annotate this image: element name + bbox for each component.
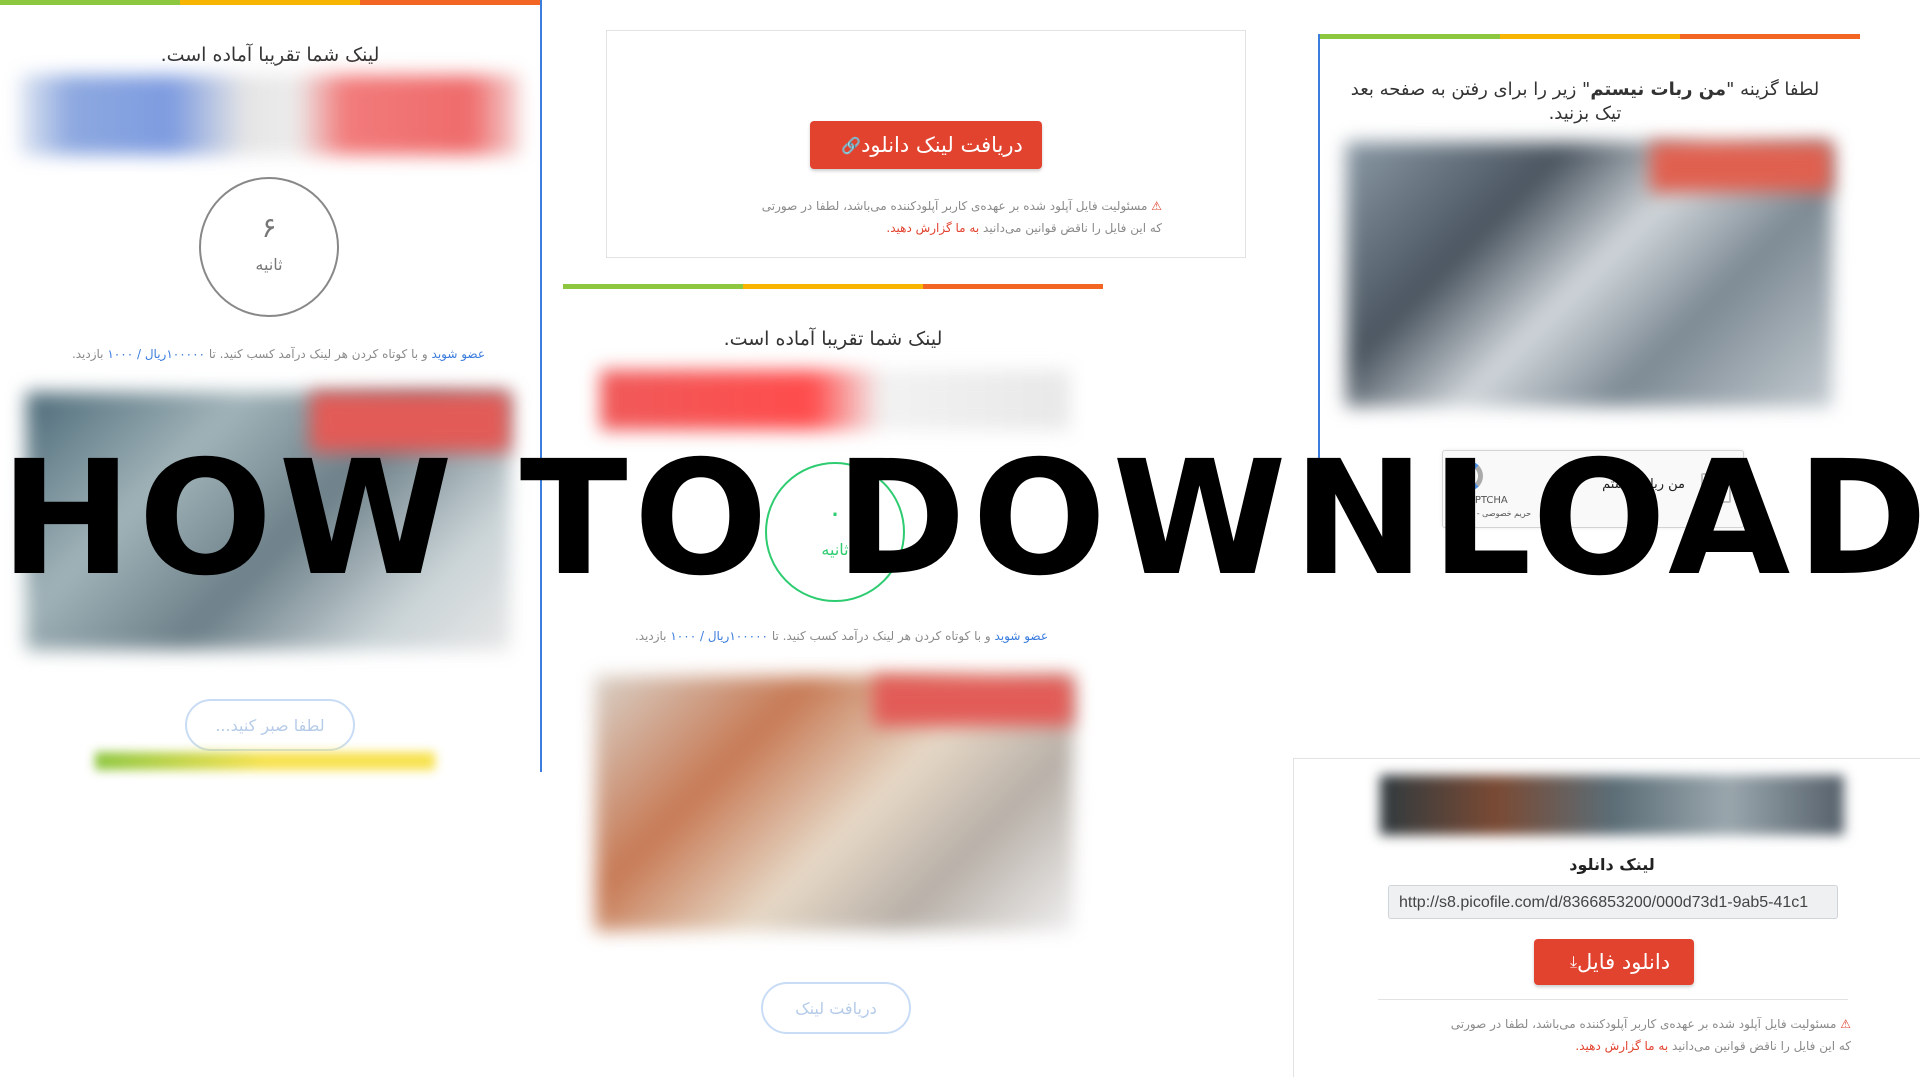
blurred-color-strip: [95, 752, 435, 770]
warning-triangle-icon: ⚠: [1840, 1017, 1851, 1031]
disclaimer: ⚠ مسئولیت فایل آپلود شده بر عهده‌ی کاربر…: [1450, 1017, 1851, 1053]
countdown-circle: ۶ ثانیه: [199, 177, 339, 317]
download-icon: ⤓: [1569, 952, 1578, 971]
headline: HOW TO DOWNLOAD: [0, 427, 1920, 611]
blurred-file-preview: [691, 47, 1157, 105]
blurred-captcha-accent: [1650, 142, 1832, 192]
wait-button[interactable]: لطفا صبر کنید...: [185, 699, 355, 751]
promo-text: عضو شوید و با کوتاه کردن هر لینک درآمد ک…: [71, 347, 485, 361]
download-file-button[interactable]: دانلود فایل ⤓: [1534, 939, 1694, 985]
blurred-ad-image-accent: [873, 676, 1073, 726]
progress-color-bar: [1320, 34, 1860, 39]
divider: [1378, 999, 1848, 1000]
countdown-value: ۶: [261, 211, 277, 244]
download-url-field[interactable]: http://s8.picofile.com/d/8366853200/000d…: [1388, 885, 1838, 919]
progress-color-bar: [0, 0, 540, 5]
countdown-unit: ثانیه: [255, 255, 283, 274]
download-link-card: دریافت لینک دانلود 🔗 ⚠ مسئولیت فایل آپلو…: [606, 30, 1246, 258]
panel-left: لینک شما تقریبا آماده است. ۶ ثانیه عضو ش…: [0, 0, 542, 772]
panel-title: لینک شما تقریبا آماده است.: [723, 328, 943, 350]
disclaimer: ⚠ مسئولیت فایل آپلود شده بر عهده‌ی کاربر…: [761, 199, 1162, 235]
promo-rate: ۱۰۰۰۰۰ریال / ۱۰۰۰: [670, 629, 768, 643]
final-download-card: لینک دانلود http://s8.picofile.com/d/836…: [1293, 758, 1920, 1077]
captcha-instruction: لطفا گزینه "من ربات نیستم" زیر را برای ر…: [1350, 79, 1820, 124]
panel-title: لینک شما تقریبا آماده است.: [160, 44, 380, 66]
panel-mid-center: لینک شما تقریبا آماده است. ۰ ثانیه عضو ش…: [563, 284, 1103, 1064]
promo-text: عضو شوید و با کوتاه کردن هر لینک درآمد ک…: [634, 629, 1048, 643]
report-link[interactable]: به ما گزارش دهید.: [1575, 1039, 1668, 1053]
blurred-ad-banner: [20, 75, 520, 155]
blurred-file-preview: [1380, 775, 1844, 835]
signup-link[interactable]: عضو شوید: [432, 347, 485, 361]
blurred-ad-banner: [600, 370, 1070, 430]
get-link-button[interactable]: دریافت لینک: [761, 982, 911, 1034]
get-download-link-button[interactable]: دریافت لینک دانلود 🔗: [810, 121, 1042, 169]
download-link-label: لینک دانلود: [1569, 855, 1655, 874]
link-icon: 🔗: [841, 135, 862, 155]
warning-triangle-icon: ⚠: [1151, 199, 1162, 213]
report-link[interactable]: به ما گزارش دهید.: [886, 221, 979, 235]
signup-link[interactable]: عضو شوید: [995, 629, 1048, 643]
progress-color-bar: [563, 284, 1103, 289]
promo-rate: ۱۰۰۰۰۰ریال / ۱۰۰۰: [107, 347, 205, 361]
